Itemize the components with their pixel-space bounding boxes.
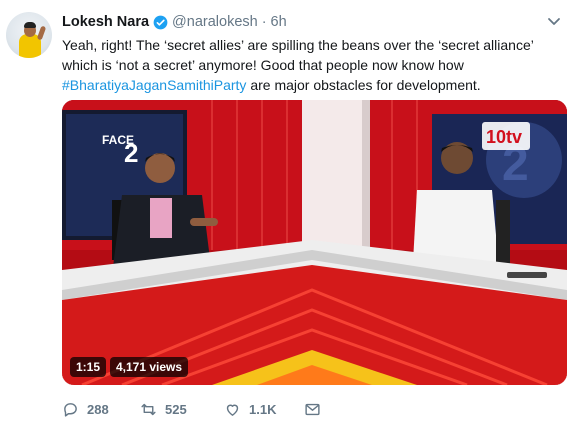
tweet-text: Yeah, right! The ‘secret allies’ are spi… — [62, 35, 562, 95]
video-views: 4,171 views — [110, 357, 189, 377]
hashtag-link[interactable]: #BharatiyaJaganSamithiParty — [62, 77, 246, 93]
heart-icon — [226, 404, 239, 416]
tweet-actions: 288 525 1.1K — [62, 398, 362, 420]
tweet-text-part1: Yeah, right! The ‘secret allies’ are spi… — [62, 37, 534, 73]
reply-icon — [64, 402, 77, 417]
retweet-button[interactable]: 525 — [140, 398, 187, 420]
reply-button[interactable]: 288 — [62, 398, 109, 420]
retweet-count: 525 — [165, 401, 187, 417]
reply-count: 288 — [87, 401, 109, 417]
tweet[interactable]: Lokesh Nara @naralokesh · 6h Yeah, right… — [0, 0, 570, 429]
channel-logo: 10tv — [482, 122, 530, 150]
dot-separator: · — [261, 14, 267, 30]
author-name[interactable]: Lokesh Nara — [62, 14, 149, 30]
tweet-header: Lokesh Nara @naralokesh · 6h — [62, 12, 287, 32]
like-button[interactable]: 1.1K — [224, 398, 276, 420]
chevron-down-icon[interactable] — [546, 13, 562, 29]
direct-message-button[interactable] — [304, 398, 321, 420]
tweet-time[interactable]: 6h — [271, 14, 287, 30]
tweet-text-part2: are major obstacles for development. — [246, 77, 481, 93]
channel-logo-text: 10tv — [486, 127, 522, 147]
retweet-icon — [141, 403, 156, 415]
avatar[interactable] — [6, 12, 52, 58]
envelope-icon — [305, 403, 320, 415]
video-duration: 1:15 — [70, 357, 107, 377]
like-count: 1.1K — [249, 401, 277, 417]
verified-badge-icon — [153, 15, 168, 30]
set-number: 2 — [124, 138, 138, 168]
author-handle[interactable]: @naralokesh — [172, 14, 258, 30]
video-player[interactable]: FACE 2 2 10tv 1:15 4,171 views — [62, 100, 567, 385]
video-frame: FACE 2 2 10tv — [62, 100, 567, 385]
